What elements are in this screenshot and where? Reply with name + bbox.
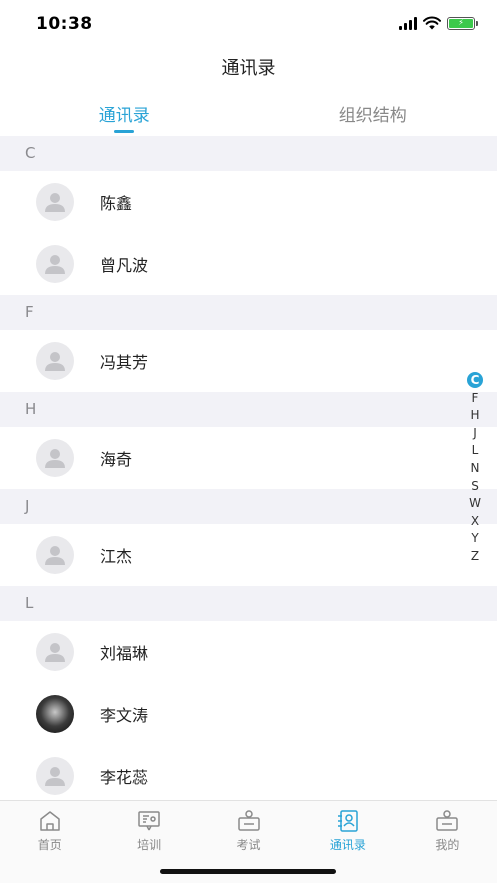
contact-name: 刘福琳 xyxy=(100,644,149,663)
photo-avatar xyxy=(36,695,74,733)
contact-name: 江杰 xyxy=(100,547,133,566)
index-letter-h[interactable]: H xyxy=(467,407,483,425)
contact-row[interactable]: 李文涛 xyxy=(0,683,497,745)
tab-bar-exam[interactable]: 考试 xyxy=(199,801,298,856)
tab-organization[interactable]: 组织结构 xyxy=(249,92,497,136)
contact-name: 海奇 xyxy=(100,450,133,469)
tab-bar-training[interactable]: 培训 xyxy=(99,801,198,856)
index-letter-x[interactable]: X xyxy=(467,513,483,531)
battery-fill: ⚡ xyxy=(449,18,473,28)
contact-name: 冯其芳 xyxy=(100,353,149,372)
tab-contacts[interactable]: 通讯录 xyxy=(0,92,249,136)
page-title: 通讯录 xyxy=(221,58,276,79)
index-letter-c[interactable]: C xyxy=(467,372,483,388)
default-avatar-icon xyxy=(36,183,74,221)
contacts-icon xyxy=(337,810,358,832)
cellular-signal-icon xyxy=(399,16,417,30)
section-header-h: H xyxy=(0,392,497,427)
default-avatar-icon xyxy=(36,757,74,795)
contact-row[interactable]: 海奇 xyxy=(0,427,497,489)
tab-bar-training-label: 培训 xyxy=(137,838,162,852)
section-header-l: L xyxy=(0,586,497,621)
battery-icon: ⚡ xyxy=(447,16,478,30)
contact-row[interactable]: 李花蕊 xyxy=(0,745,497,800)
segment-tabs: 通讯录 组织结构 xyxy=(0,92,497,136)
default-avatar-icon xyxy=(36,245,74,283)
contact-row[interactable]: 陈鑫 xyxy=(0,171,497,233)
tab-organization-label: 组织结构 xyxy=(338,106,407,126)
section-header-c: C xyxy=(0,136,497,171)
status-icons: ⚡ xyxy=(399,16,478,30)
contact-row[interactable]: 冯其芳 xyxy=(0,330,497,392)
default-avatar-icon xyxy=(36,342,74,380)
index-letter-n[interactable]: N xyxy=(467,460,483,478)
contact-list[interactable]: C 陈鑫 曾凡波 F 冯其芳 H 海奇 J 江杰 L 刘福琳 李文涛 李花蕊 xyxy=(0,136,497,800)
contact-name: 陈鑫 xyxy=(100,194,133,213)
default-avatar-icon xyxy=(36,633,74,671)
index-letter-z[interactable]: Z xyxy=(467,548,483,566)
tab-bar-contacts[interactable]: 通讯录 xyxy=(298,801,397,856)
tab-bar-contacts-label: 通讯录 xyxy=(329,838,366,852)
alphabet-index-bar[interactable]: C F H J L N S W X Y Z xyxy=(467,372,483,566)
default-avatar-icon xyxy=(36,439,74,477)
profile-icon xyxy=(436,810,459,831)
contact-row[interactable]: 曾凡波 xyxy=(0,233,497,295)
contact-name: 李花蕊 xyxy=(100,768,149,787)
section-header-j: J xyxy=(0,489,497,524)
home-icon xyxy=(39,811,60,831)
section-header-f: F xyxy=(0,295,497,330)
contact-row[interactable]: 刘福琳 xyxy=(0,621,497,683)
tab-contacts-label: 通讯录 xyxy=(98,106,150,126)
home-indicator xyxy=(160,869,336,874)
tab-bar-exam-label: 考试 xyxy=(236,838,261,852)
index-letter-f[interactable]: F xyxy=(467,390,483,408)
tab-bar-profile[interactable]: 我的 xyxy=(398,801,497,856)
bottom-tab-bar: 首页 培训 考试 通讯录 我的 xyxy=(0,800,497,883)
default-avatar-icon xyxy=(36,536,74,574)
index-letter-y[interactable]: Y xyxy=(467,530,483,548)
wifi-icon xyxy=(423,16,441,30)
status-bar: 10:38 ⚡ xyxy=(0,0,497,48)
index-letter-s[interactable]: S xyxy=(467,478,483,496)
tab-bar-home[interactable]: 首页 xyxy=(0,801,99,856)
status-time: 10:38 xyxy=(36,14,93,34)
contact-name: 曾凡波 xyxy=(100,256,149,275)
tab-bar-profile-label: 我的 xyxy=(435,838,460,852)
tab-bar-home-label: 首页 xyxy=(37,838,62,852)
index-letter-l[interactable]: L xyxy=(467,442,483,460)
exam-icon xyxy=(237,810,260,831)
index-letter-w[interactable]: W xyxy=(467,495,483,513)
index-letter-j[interactable]: J xyxy=(467,425,483,443)
tab-active-indicator xyxy=(114,130,135,133)
training-icon xyxy=(138,811,160,831)
contact-name: 李文涛 xyxy=(100,706,149,725)
contact-row[interactable]: 江杰 xyxy=(0,524,497,586)
